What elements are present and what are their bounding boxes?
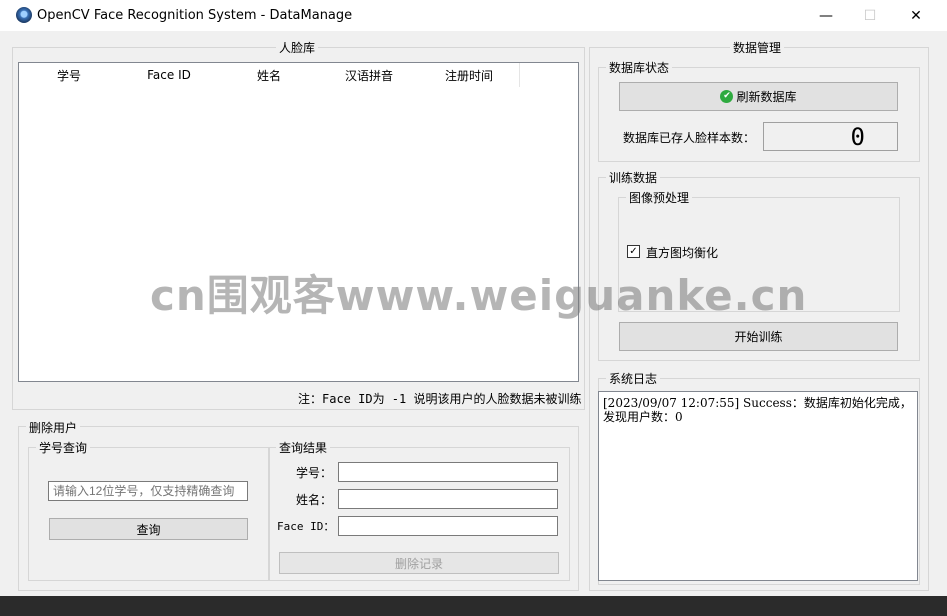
system-log[interactable]: [2023/09/07 12:07:55] Success：数据库初始化完成，发…: [598, 391, 918, 581]
student-id-label: 学号：: [296, 466, 333, 480]
data-manage-title: 数据管理: [730, 39, 785, 56]
equalize-label: 直方图均衡化: [646, 246, 719, 260]
minimize-button[interactable]: —: [803, 0, 849, 31]
column-header-register-time[interactable]: 注册时间: [419, 63, 520, 87]
query-group-title: 学号查询: [36, 439, 91, 456]
face-table[interactable]: 学号 Face ID 姓名 汉语拼音 注册时间: [18, 62, 579, 382]
face-id-field[interactable]: [338, 516, 558, 536]
db-status-title: 数据库状态: [606, 59, 673, 76]
face-id-note: 注：Face ID为 -1 说明该用户的人脸数据未被训练: [298, 392, 582, 406]
app-icon: [16, 7, 32, 23]
close-button[interactable]: ✕: [893, 0, 939, 31]
train-group-title: 训练数据: [606, 169, 661, 186]
column-header-student-id[interactable]: 学号: [19, 63, 120, 87]
log-group-title: 系统日志: [606, 370, 661, 387]
query-group: [28, 447, 270, 581]
background-window-strip: [0, 596, 947, 616]
face-db-title: 人脸库: [276, 39, 319, 56]
student-id-query-input[interactable]: [48, 481, 248, 501]
column-header-pinyin[interactable]: 汉语拼音: [319, 63, 420, 87]
query-button[interactable]: 查询: [49, 518, 248, 540]
check-circle-icon: ✔: [720, 90, 734, 103]
title-bar: OpenCV Face Recognition System - DataMan…: [0, 0, 947, 31]
name-label: 姓名：: [296, 493, 333, 507]
refresh-db-label: 刷新数据库: [736, 90, 797, 104]
watermark-text: cn围观客www.weiguanke.cn: [150, 271, 808, 320]
name-field[interactable]: [338, 489, 558, 509]
face-id-label: Face ID：: [277, 520, 335, 533]
equalize-checkbox[interactable]: ✓: [627, 245, 640, 258]
delete-record-button[interactable]: 删除记录: [279, 552, 559, 574]
column-header-name[interactable]: 姓名: [219, 63, 320, 87]
delete-user-title: 删除用户: [26, 419, 81, 436]
sample-count-display: 0: [763, 122, 898, 151]
sample-count-label: 数据库已存人脸样本数：: [623, 131, 756, 145]
column-header-face-id[interactable]: Face ID: [119, 63, 220, 87]
start-training-button[interactable]: 开始训练: [619, 322, 898, 351]
result-group-title: 查询结果: [276, 439, 331, 456]
preprocess-group-title: 图像预处理: [626, 189, 693, 206]
maximize-button[interactable]: ☐: [847, 0, 893, 31]
refresh-db-button[interactable]: ✔ 刷新数据库: [619, 82, 898, 111]
student-id-field[interactable]: [338, 462, 558, 482]
window-title: OpenCV Face Recognition System - DataMan…: [37, 8, 353, 23]
